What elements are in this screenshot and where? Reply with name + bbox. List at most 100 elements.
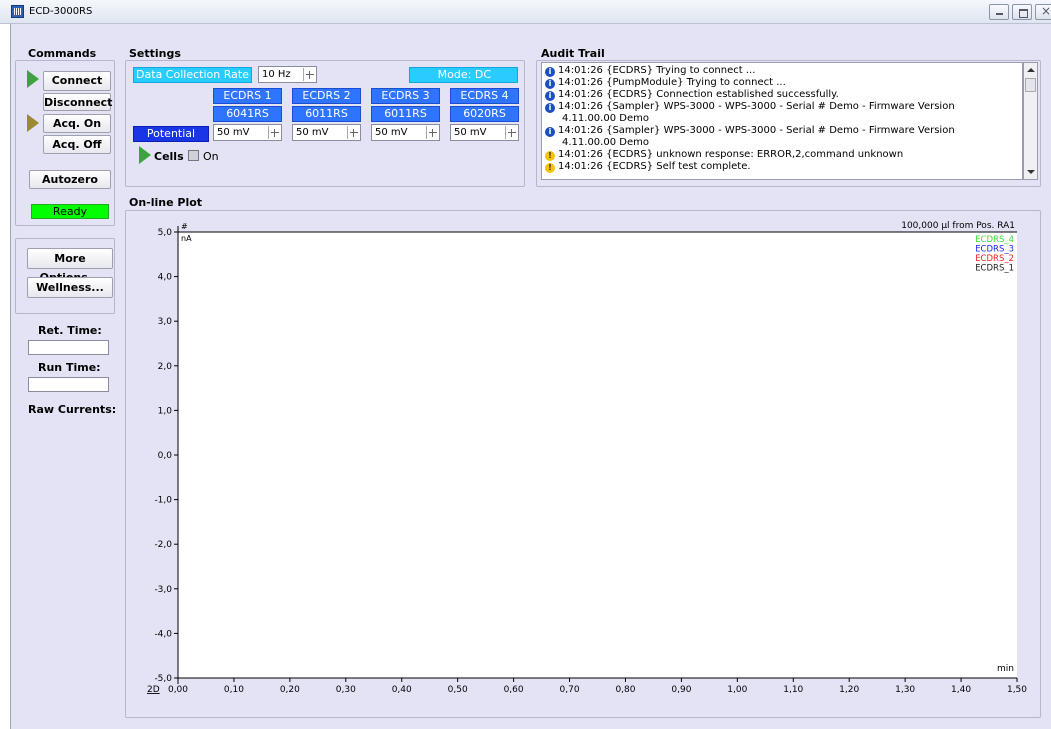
data-collection-rate-label: Data Collection Rate: [133, 67, 252, 83]
channel-1-model: 6041RS: [213, 106, 282, 122]
legend-entry: ECDRS_1: [975, 264, 1014, 274]
audit-entry-text: 14:01:26 {Sampler} WPS-3000 - WPS-3000 -…: [558, 101, 955, 112]
more-options-button[interactable]: More Options...: [27, 248, 113, 284]
channel-3-name: ECDRS 3: [371, 88, 440, 104]
audit-entry-text: 14:01:26 {Sampler} WPS-3000 - WPS-3000 -…: [558, 125, 955, 136]
acq-on-button[interactable]: Acq. On: [43, 114, 111, 133]
y-tick-label: 2,0: [158, 362, 173, 372]
audit-entry: 4.11.00.00 Demo: [545, 137, 649, 149]
disconnect-button[interactable]: Disconnect: [43, 93, 112, 111]
injection-annotation: 100,000 µl from Pos. RA1: [901, 221, 1015, 231]
legend-entry: ECDRS_2: [975, 254, 1014, 264]
y-tick-label: -1,0: [154, 496, 172, 506]
x-tick-label: 1,40: [951, 685, 971, 695]
audit-entry: i 14:01:26 {Sampler} WPS-3000 - WPS-3000 …: [545, 125, 955, 137]
minimize-button[interactable]: [989, 4, 1009, 20]
settings-title: Settings: [129, 47, 181, 60]
channel-3-potential-spinner[interactable]: 50 mV: [371, 124, 440, 141]
info-icon: i: [545, 103, 555, 113]
channel-1-name: ECDRS 1: [213, 88, 282, 104]
audit-entry: i 14:01:26 {ECDRS} Connection established…: [545, 89, 839, 101]
connect-button[interactable]: Connect: [43, 71, 111, 91]
channel-2-potential-spinner[interactable]: 50 mV: [292, 124, 361, 141]
y-tick-label: 1,0: [158, 406, 173, 416]
audit-entry-text: 4.11.00.00 Demo: [562, 137, 649, 148]
x-tick-label: 0,80: [615, 685, 635, 695]
ret-time-field[interactable]: [28, 340, 109, 355]
spin-arrows-icon[interactable]: [426, 126, 438, 139]
y-tick-label: 5,0: [158, 228, 173, 238]
y-tick-label: 0,0: [158, 451, 173, 461]
x-tick-label: 0,40: [392, 685, 412, 695]
maximize-button[interactable]: [1012, 4, 1032, 20]
x-tick-label: 1,00: [727, 685, 747, 695]
y-axis-label: nA: [181, 234, 192, 243]
audit-entry-text: 4.11.00.00 Demo: [562, 113, 649, 124]
audit-scrollbar[interactable]: [1023, 62, 1038, 180]
channel-2-name: ECDRS 2: [292, 88, 361, 104]
x-tick-label: 1,30: [895, 685, 915, 695]
audit-entry-text: 14:01:26 {ECDRS} unknown response: ERROR…: [558, 149, 904, 160]
spin-arrows-icon[interactable]: [505, 126, 517, 139]
channel-4-name: ECDRS 4: [450, 88, 519, 104]
info-icon: i: [545, 127, 555, 137]
x-tick-label: 1,50: [1007, 685, 1027, 695]
channel-2-potential: 50 mV: [296, 127, 329, 138]
online-plot-title: On-line Plot: [129, 196, 203, 209]
data-collection-rate-value: 10 Hz: [262, 69, 291, 80]
commands-title: Commands: [28, 47, 97, 60]
title-bar: ECD-3000RS: [0, 0, 1051, 24]
x-axis-label: min: [997, 664, 1014, 674]
cells-on-label: On: [203, 150, 219, 163]
x-tick-label: 0,60: [504, 685, 524, 695]
scroll-thumb[interactable]: [1025, 78, 1036, 92]
y-tick-label: -4,0: [154, 629, 172, 639]
channel-3-model: 6011RS: [371, 106, 440, 122]
autozero-button[interactable]: Autozero: [29, 170, 111, 189]
plot-mode-toggle[interactable]: 2D: [147, 685, 160, 695]
y-tick-label: -5,0: [154, 674, 172, 684]
scroll-down-icon[interactable]: [1027, 170, 1035, 174]
mode-label: Mode: DC: [409, 67, 518, 83]
spin-arrows-icon[interactable]: [303, 68, 315, 81]
channel-3-potential: 50 mV: [375, 127, 408, 138]
audit-trail-list[interactable]: i 14:01:26 {ECDRS} Trying to connect ... i…: [541, 62, 1023, 180]
app-icon: [11, 5, 24, 18]
plot-area: [178, 232, 1017, 678]
acquisition-indicator-icon: [27, 114, 39, 132]
x-tick-label: 0,90: [671, 685, 691, 695]
channel-2-model: 6011RS: [292, 106, 361, 122]
run-time-field[interactable]: [28, 377, 109, 392]
online-plot-chart[interactable]: 5,04,03,02,01,00,0-1,0-2,0-3,0-4,0-5,00,…: [126, 211, 1040, 717]
channel-1-potential-spinner[interactable]: 50 mV: [213, 124, 282, 141]
x-tick-label: 1,10: [783, 685, 803, 695]
info-icon: i: [545, 91, 555, 101]
spin-arrows-icon[interactable]: [268, 126, 280, 139]
cells-label: Cells: [154, 150, 184, 163]
audit-entry: i 14:01:26 {PumpModule} Trying to connect…: [545, 77, 786, 89]
acq-off-button[interactable]: Acq. Off: [43, 135, 111, 154]
audit-entry-text: 14:01:26 {ECDRS} Self test complete.: [558, 161, 751, 172]
close-button[interactable]: [1035, 4, 1051, 20]
cells-on-checkbox[interactable]: [188, 150, 199, 161]
y-axis-top-label: #: [181, 222, 188, 231]
wellness-button[interactable]: Wellness...: [27, 277, 113, 298]
potential-label: Potential: [133, 126, 209, 142]
info-icon: i: [545, 79, 555, 89]
audit-entry: i 14:01:26 {ECDRS} Trying to connect ...: [545, 65, 755, 77]
channel-4-model: 6020RS: [450, 106, 519, 122]
data-collection-rate-spinner[interactable]: 10 Hz: [258, 66, 317, 83]
y-tick-label: -3,0: [154, 585, 172, 595]
channel-4-potential-spinner[interactable]: 50 mV: [450, 124, 519, 141]
x-tick-label: 0,70: [560, 685, 580, 695]
channel-1-potential: 50 mV: [217, 127, 250, 138]
audit-entry-text: 14:01:26 {ECDRS} Connection established …: [558, 89, 839, 100]
run-time-label: Run Time:: [38, 361, 101, 374]
y-tick-label: 4,0: [158, 273, 173, 283]
spin-arrows-icon[interactable]: [347, 126, 359, 139]
scroll-up-icon[interactable]: [1027, 68, 1035, 72]
legend-entry: ECDRS_3: [975, 245, 1014, 255]
ret-time-label: Ret. Time:: [38, 324, 102, 337]
legend-entry: ECDRS_4: [975, 235, 1014, 245]
audit-entry-text: 14:01:26 {ECDRS} Trying to connect ...: [558, 65, 756, 76]
